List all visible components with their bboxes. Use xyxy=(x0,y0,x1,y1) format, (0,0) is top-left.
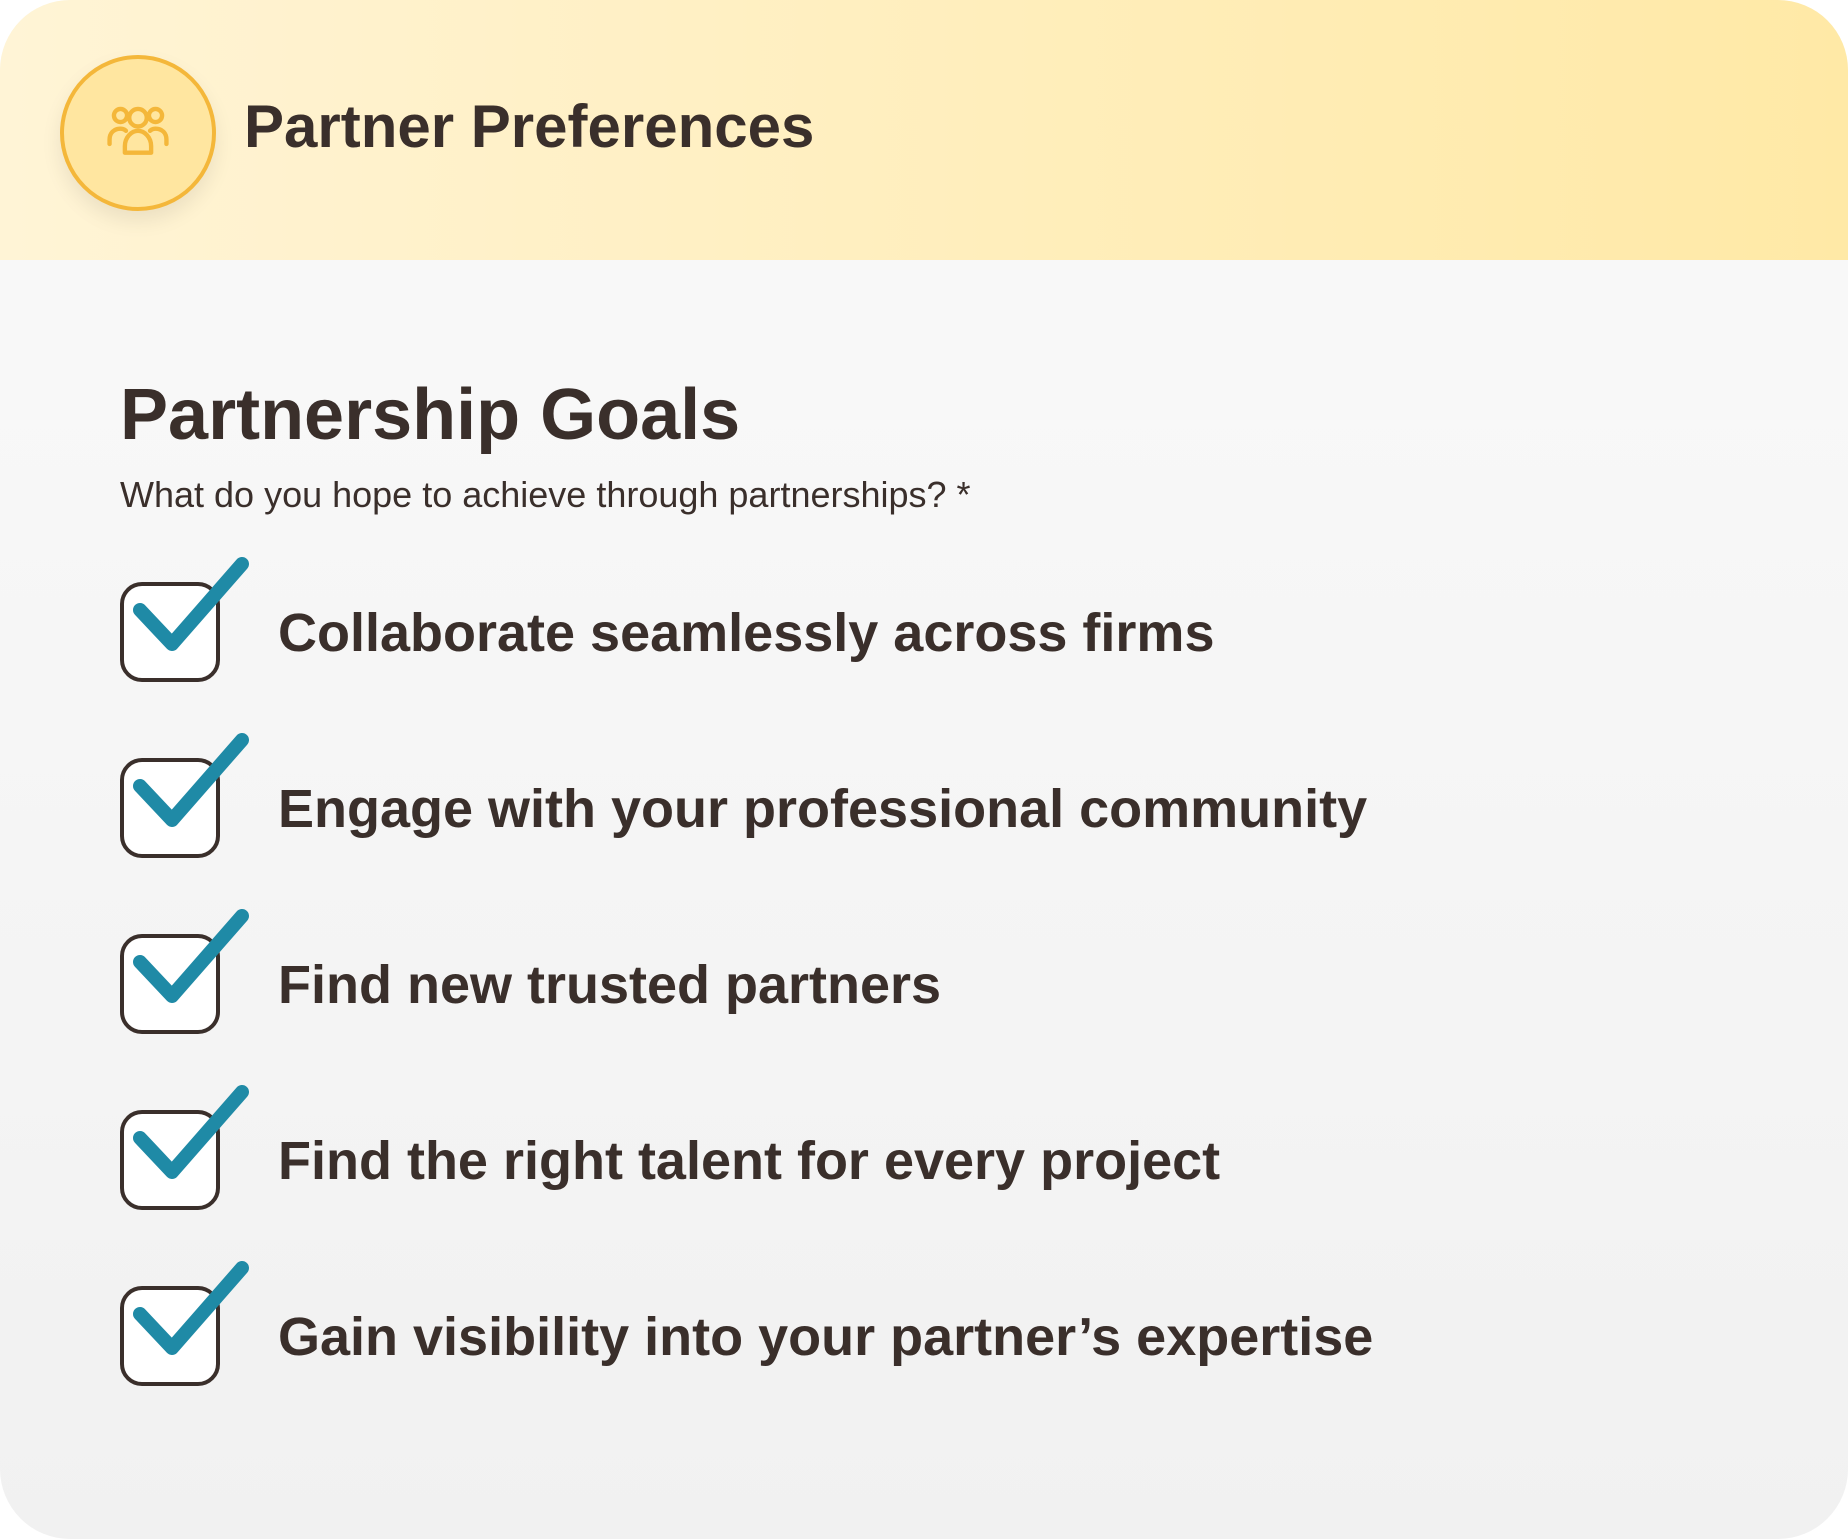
section-title: Partnership Goals xyxy=(120,375,741,455)
header-title: Partner Preferences xyxy=(244,93,815,160)
partner-preferences-card: Partner Preferences Partnership Goals Wh… xyxy=(0,0,1848,1539)
checkmark-icon xyxy=(133,557,249,651)
goal-option[interactable]: Find new trusted partners xyxy=(120,909,1720,1110)
checkmark-icon xyxy=(133,1261,249,1355)
checkmark-icon xyxy=(133,1085,249,1179)
goal-option-label: Find new trusted partners xyxy=(278,955,942,1015)
goal-option[interactable]: Collaborate seamlessly across firms xyxy=(120,557,1720,758)
checkmark-icon xyxy=(133,733,249,827)
goal-option-label: Gain visibility into your partner’s expe… xyxy=(278,1307,1374,1367)
goals-checklist: Collaborate seamlessly across firms Enga… xyxy=(120,557,1720,1462)
goal-option[interactable]: Engage with your professional community xyxy=(120,733,1720,934)
goal-option[interactable]: Find the right talent for every project xyxy=(120,1085,1720,1286)
goal-option-label: Engage with your professional community xyxy=(278,779,1368,839)
card-header: Partner Preferences xyxy=(0,0,1848,260)
checkmark-icon xyxy=(133,909,249,1003)
goal-option-label: Find the right talent for every project xyxy=(278,1131,1221,1191)
goal-option[interactable]: Gain visibility into your partner’s expe… xyxy=(120,1261,1720,1462)
question-label: What do you hope to achieve through part… xyxy=(120,474,971,515)
goal-option-label: Collaborate seamlessly across firms xyxy=(278,603,1215,663)
users-group-icon xyxy=(60,55,216,211)
